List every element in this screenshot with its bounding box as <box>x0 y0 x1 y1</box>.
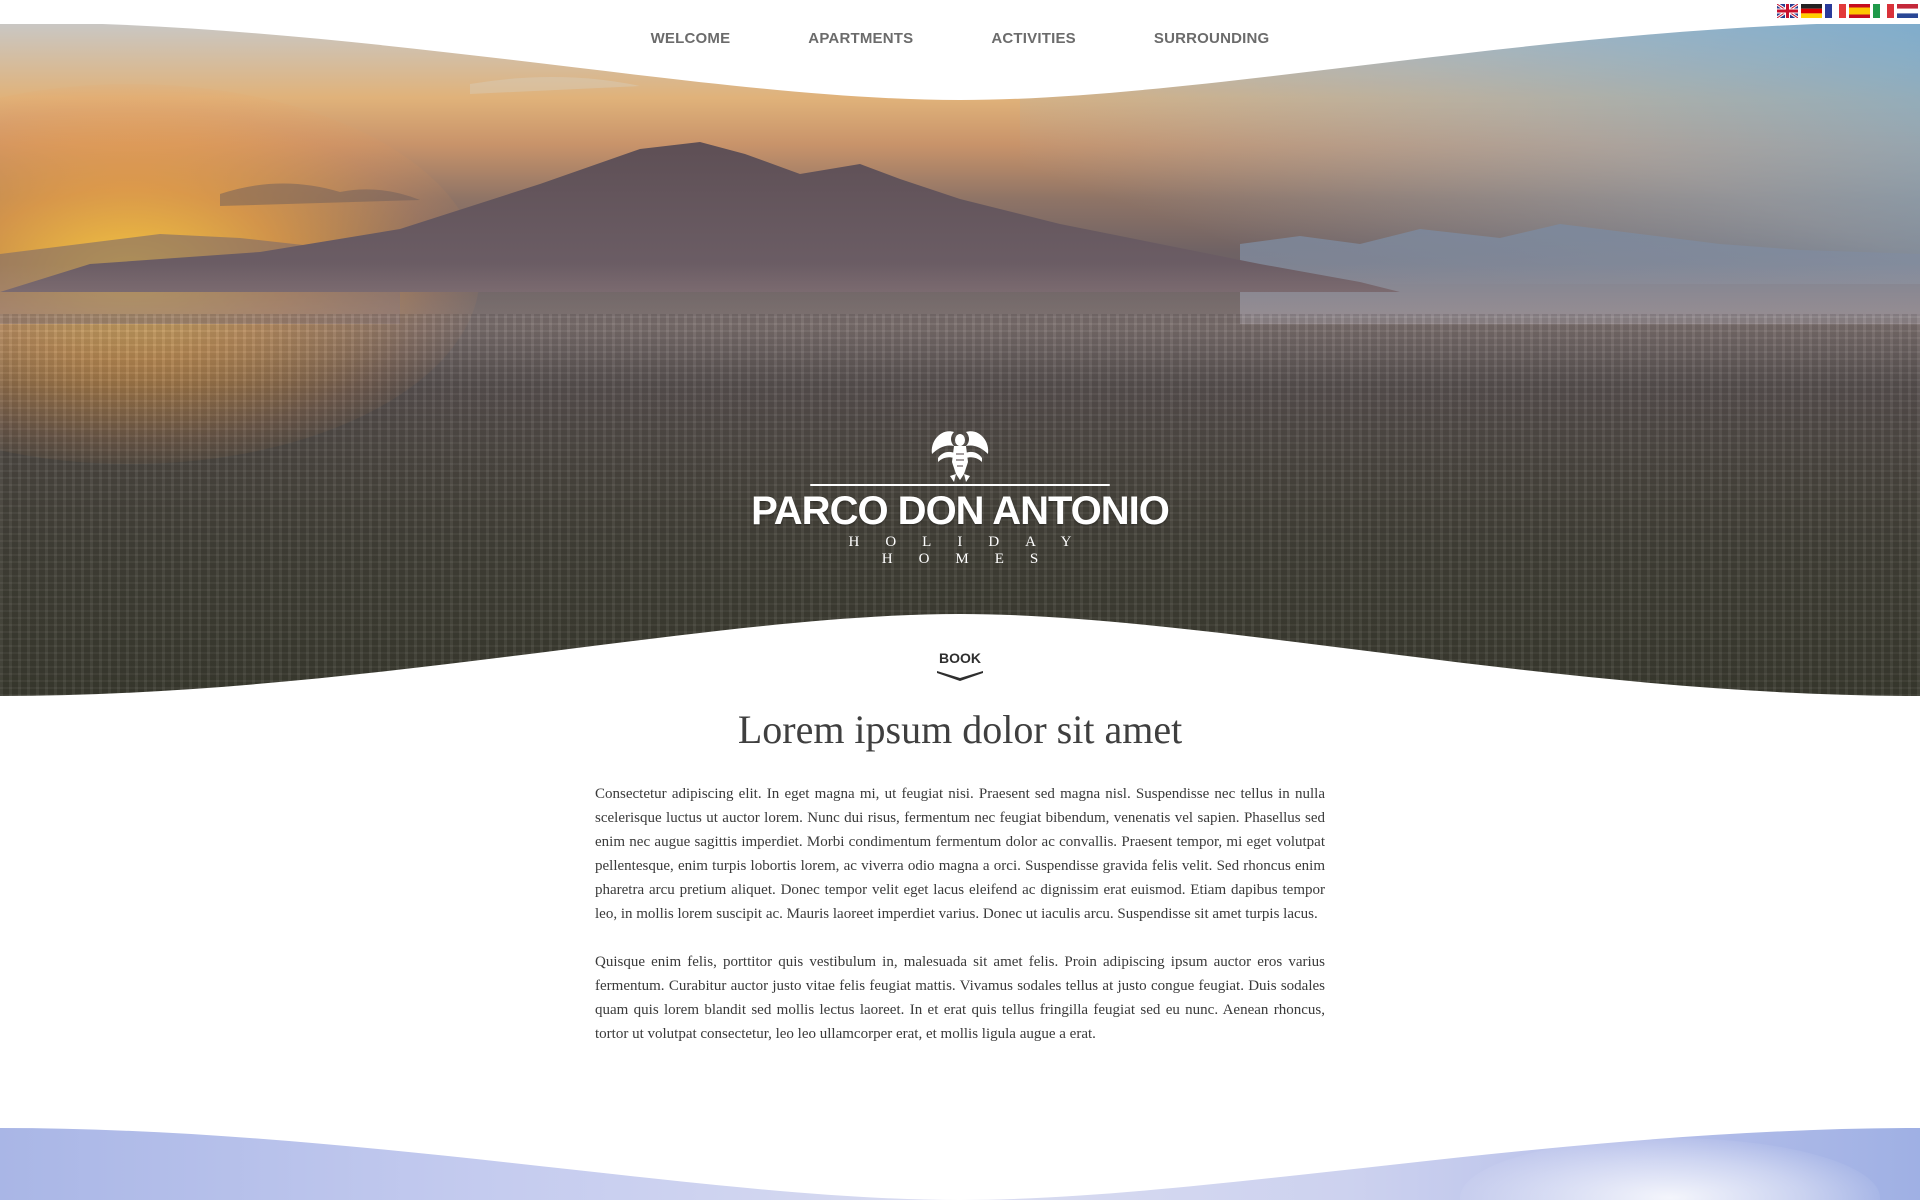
logo-tagline: HOLIDAY HOMES <box>848 534 1098 567</box>
hero-image <box>0 24 1920 696</box>
logo-title: PARCO DON ANTONIO <box>751 489 1170 533</box>
main-nav: WELCOME APARTMENTS ACTIVITIES SURROUNDIN… <box>0 30 1920 56</box>
main-content: Lorem ipsum dolor sit amet Consectetur a… <box>595 700 1325 1046</box>
english-flag-icon[interactable] <box>1777 4 1798 18</box>
spanish-flag-icon[interactable] <box>1849 4 1870 18</box>
chevron-down-icon <box>937 671 983 681</box>
nav-item-apartments[interactable]: APARTMENTS <box>808 30 913 47</box>
italian-flag-icon[interactable] <box>1873 4 1894 18</box>
eagle-emblem-icon <box>931 431 989 482</box>
intro-paragraph: Consectetur adipiscing elit. In eget mag… <box>595 786 1325 922</box>
site-logo[interactable]: PARCO DON ANTONIO HOLIDAY HOMES <box>740 418 1180 568</box>
french-flag-icon[interactable] <box>1825 4 1846 18</box>
language-switcher <box>1777 4 1918 18</box>
nav-item-welcome[interactable]: WELCOME <box>651 30 731 47</box>
logo-divider <box>810 484 1110 486</box>
nav-item-activities[interactable]: ACTIVITIES <box>991 30 1076 47</box>
dutch-flag-icon[interactable] <box>1897 4 1918 18</box>
second-paragraph: Quisque enim felis, porttitor quis vesti… <box>595 954 1325 1042</box>
book-label: BOOK <box>939 650 981 666</box>
page-title: Lorem ipsum dolor sit amet <box>737 707 1183 752</box>
footer-wave-divider <box>0 1128 1920 1200</box>
german-flag-icon[interactable] <box>1801 4 1822 18</box>
book-button[interactable]: BOOK <box>920 650 1000 682</box>
nav-item-surrounding[interactable]: SURROUNDING <box>1154 30 1270 47</box>
